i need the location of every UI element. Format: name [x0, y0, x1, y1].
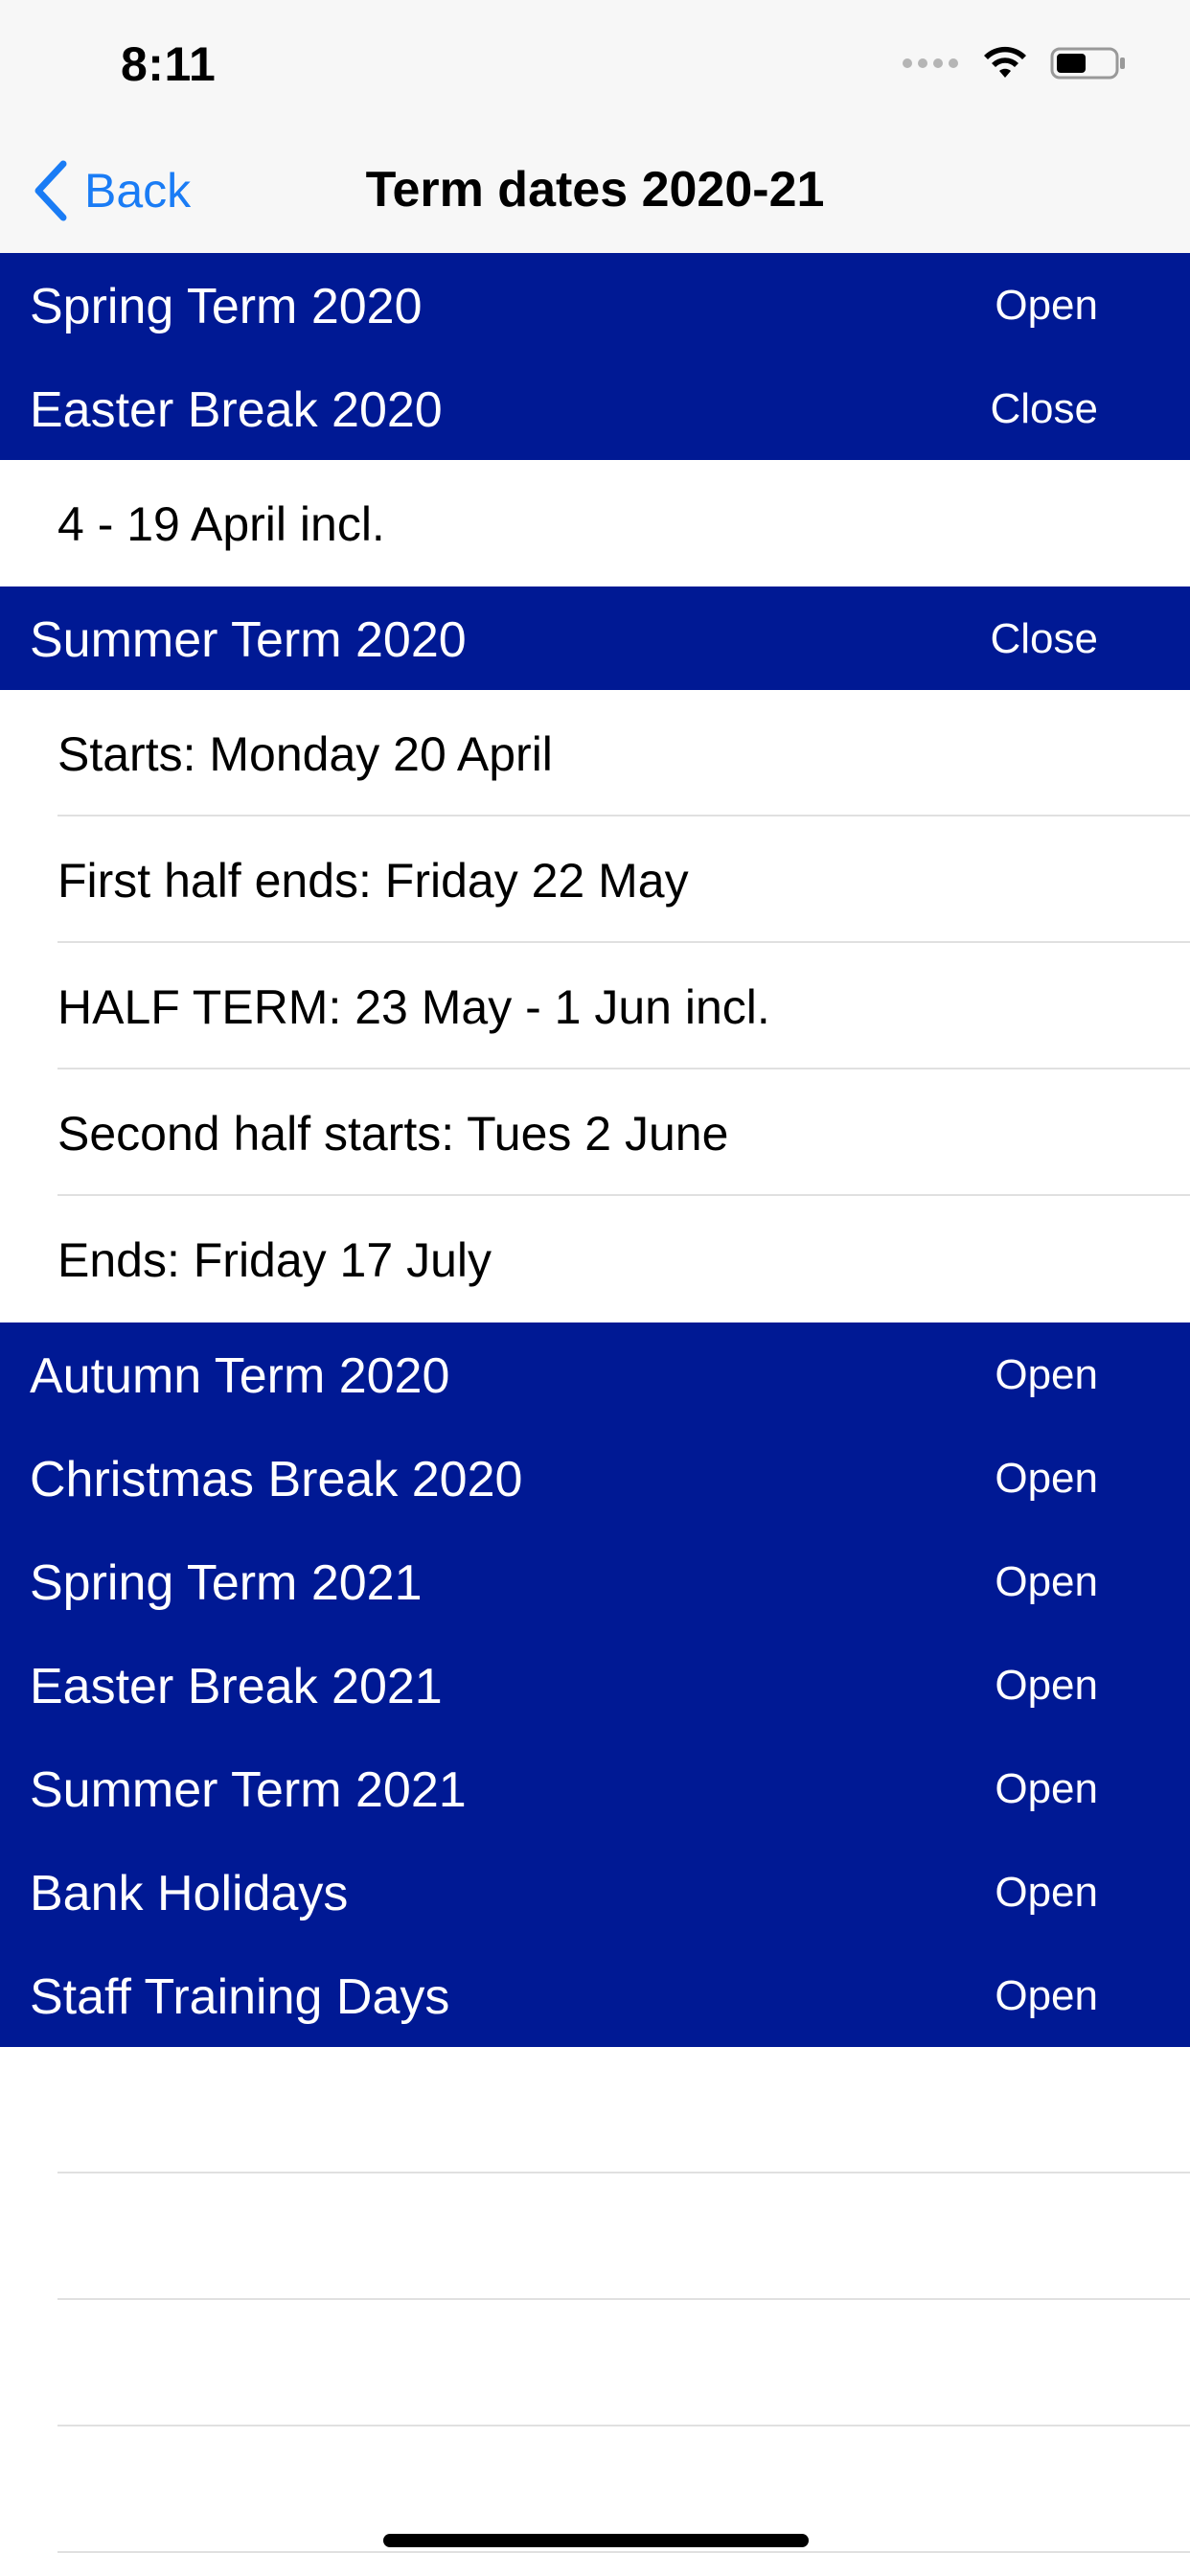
status-bar: 8:11: [0, 0, 1190, 126]
section-title: Spring Term 2021: [30, 1555, 423, 1611]
section-title: Summer Term 2020: [30, 612, 467, 668]
list-item: Starts: Monday 20 April: [0, 690, 1190, 816]
list-item: 4 - 19 April incl.: [0, 460, 1190, 586]
battery-icon: [1050, 47, 1125, 80]
page-title: Term dates 2020-21: [365, 162, 825, 218]
section-title: Easter Break 2021: [30, 1659, 443, 1714]
navigation-bar: Back Term dates 2020-21: [0, 126, 1190, 253]
empty-row: [0, 2174, 1190, 2300]
section-title: Christmas Break 2020: [30, 1452, 523, 1507]
list-item: HALF TERM: 23 May - 1 Jun incl.: [0, 943, 1190, 1070]
list-item-text: Ends: Friday 17 July: [57, 1233, 492, 1287]
list-item-text: First half ends: Friday 22 May: [57, 854, 689, 908]
section-header[interactable]: Spring Term 2020 Open: [0, 253, 1190, 356]
home-indicator[interactable]: [383, 2534, 809, 2547]
section-toggle-button[interactable]: Close: [991, 615, 1099, 663]
section-toggle-button[interactable]: Open: [995, 1869, 1098, 1917]
term-list: Spring Term 2020 Open Easter Break 2020 …: [0, 253, 1190, 2553]
section-title: Spring Term 2020: [30, 279, 423, 334]
signal-dots-icon: [903, 58, 964, 68]
section-toggle-button[interactable]: Open: [995, 1972, 1098, 2020]
section-toggle-button[interactable]: Open: [995, 1351, 1098, 1399]
section-header[interactable]: Staff Training Days Open: [0, 1944, 1190, 2047]
list-item-text: HALF TERM: 23 May - 1 Jun incl.: [57, 980, 770, 1034]
section-title: Easter Break 2020: [30, 382, 443, 438]
section-toggle-button[interactable]: Open: [995, 282, 1098, 330]
row-divider: [57, 2551, 1190, 2553]
section-header[interactable]: Summer Term 2021 Open: [0, 1736, 1190, 1840]
list-item-text: Starts: Monday 20 April: [57, 727, 553, 781]
section-toggle-button[interactable]: Open: [995, 1558, 1098, 1606]
list-item-text: Second half starts: Tues 2 June: [57, 1107, 729, 1161]
section-title: Summer Term 2021: [30, 1762, 467, 1818]
list-item: Second half starts: Tues 2 June: [0, 1070, 1190, 1196]
section-header[interactable]: Christmas Break 2020 Open: [0, 1426, 1190, 1530]
list-item-text: 4 - 19 April incl.: [57, 497, 385, 551]
wifi-icon: [984, 46, 1026, 78]
section-toggle-button[interactable]: Open: [995, 1455, 1098, 1503]
section-toggle-button[interactable]: Open: [995, 1765, 1098, 1813]
section-toggle-button[interactable]: Close: [991, 385, 1099, 433]
list-item: First half ends: Friday 22 May: [0, 816, 1190, 943]
status-icons: [903, 42, 1127, 84]
section-header[interactable]: Easter Break 2021 Open: [0, 1633, 1190, 1736]
status-time: 8:11: [121, 37, 217, 91]
section-title: Staff Training Days: [30, 1969, 450, 2025]
section-toggle-button[interactable]: Open: [995, 1662, 1098, 1710]
empty-row: [0, 2047, 1190, 2174]
section-header[interactable]: Spring Term 2021 Open: [0, 1530, 1190, 1633]
section-header[interactable]: Autumn Term 2020 Open: [0, 1322, 1190, 1426]
empty-row: [0, 2300, 1190, 2426]
screen: 8:11 Back Term dates 2020-21 Spring Term…: [0, 0, 1190, 2576]
section-title: Bank Holidays: [30, 1866, 349, 1921]
section-title: Autumn Term 2020: [30, 1348, 450, 1404]
section-header[interactable]: Summer Term 2020 Close: [0, 586, 1190, 690]
list-item: Ends: Friday 17 July: [0, 1196, 1190, 1322]
section-header[interactable]: Bank Holidays Open: [0, 1840, 1190, 1944]
section-header[interactable]: Easter Break 2020 Close: [0, 356, 1190, 460]
